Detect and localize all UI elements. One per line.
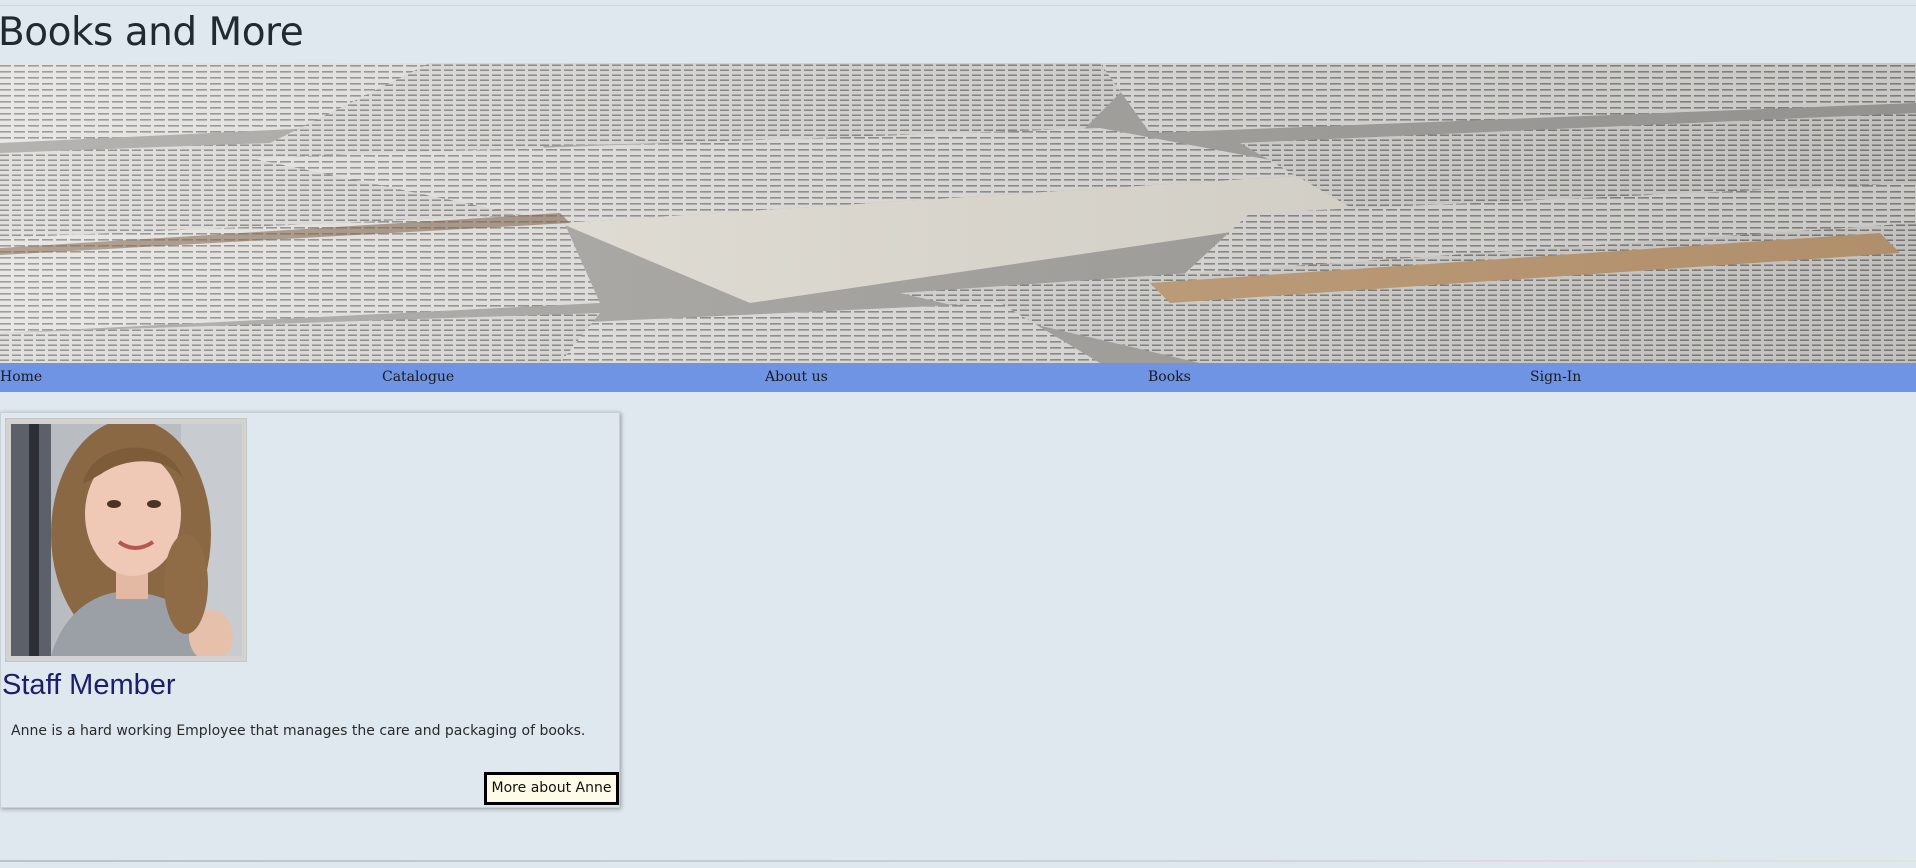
open-books-photo-icon (0, 63, 1916, 363)
nav-about-us-link[interactable]: About us (765, 363, 828, 392)
banner-image (0, 63, 1916, 363)
site-title: Books and More (0, 10, 304, 55)
staff-photo-frame (5, 418, 247, 662)
staff-portrait-photo-icon (11, 424, 242, 656)
main-nav: Home Catalogue About us Books Sign-In (0, 363, 1916, 392)
top-divider (0, 5, 1916, 6)
card-title: Staff Member (2, 669, 176, 701)
nav-catalogue-link[interactable]: Catalogue (382, 363, 454, 392)
more-about-anne-button[interactable]: More about Anne (484, 772, 619, 805)
nav-books-link[interactable]: Books (1148, 363, 1191, 392)
nav-sign-in-link[interactable]: Sign-In (1530, 363, 1581, 392)
staff-card: Staff Member Anne is a hard working Empl… (0, 412, 620, 808)
bottom-divider (0, 860, 1916, 862)
nav-home-link[interactable]: Home (0, 363, 42, 392)
page: Books and More Home Catalogue About us B… (0, 0, 1916, 868)
card-description: Anne is a hard working Employee that man… (11, 723, 586, 739)
